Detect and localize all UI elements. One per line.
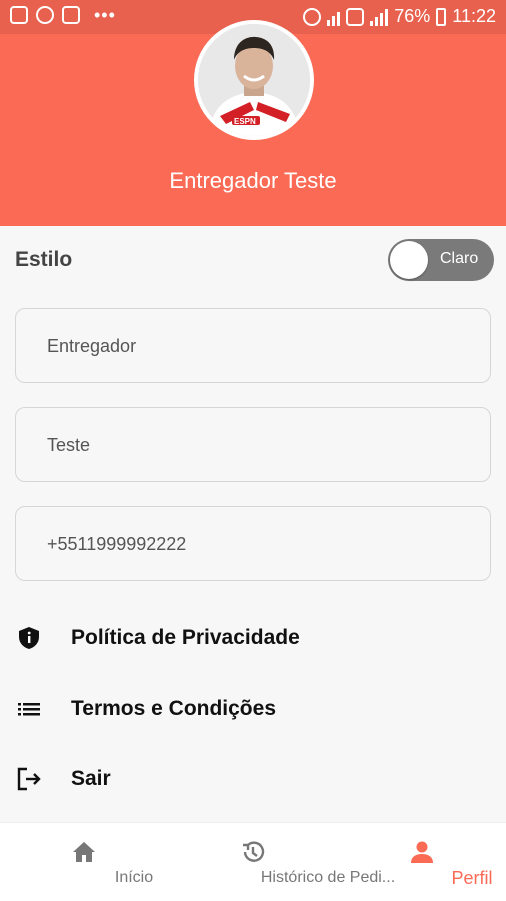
history-icon xyxy=(243,841,265,862)
nav-profile-label: Perfil xyxy=(451,868,493,888)
bottom-navigation: Início Histórico de Pedi... Perfil xyxy=(0,822,506,901)
nav-history[interactable]: Histórico de Pedi... xyxy=(178,823,395,901)
theme-toggle-label: Claro xyxy=(440,250,479,267)
alarm-icon xyxy=(303,7,322,26)
status-left-icons: ••• xyxy=(10,6,116,24)
person-photo-icon: ESPN xyxy=(198,24,310,136)
battery-icon xyxy=(436,7,447,26)
shield-info-icon xyxy=(19,627,39,649)
signal-icon xyxy=(370,8,389,26)
nav-home-label: Início xyxy=(114,869,154,886)
instagram-icon xyxy=(62,6,80,24)
nav-home[interactable]: Início xyxy=(34,823,153,901)
sim-icon xyxy=(346,7,365,26)
first-name-field[interactable]: Entregador xyxy=(15,308,491,383)
avatar-photo: ESPN xyxy=(198,24,310,136)
style-label: Estilo xyxy=(15,248,73,271)
wifi-icon xyxy=(327,8,341,26)
battery-percent: 76% xyxy=(394,6,431,26)
gallery-icon xyxy=(10,6,28,24)
person-icon xyxy=(411,841,433,863)
toggle-knob[interactable] xyxy=(390,241,428,279)
clock: 11:22 xyxy=(452,6,496,26)
last-name-value: Teste xyxy=(47,435,91,455)
logout-icon xyxy=(17,767,41,791)
phone-field[interactable]: +5511999992222 xyxy=(15,506,491,581)
terms-label: Termos e Condições xyxy=(71,697,276,720)
sync-icon xyxy=(36,6,54,24)
list-icon xyxy=(18,703,40,716)
first-name-value: Entregador xyxy=(47,336,137,356)
logout-item[interactable]: Sair xyxy=(0,752,506,808)
privacy-policy-item[interactable]: Política de Privacidade xyxy=(0,611,506,667)
logout-label: Sair xyxy=(71,767,111,790)
more-notifications-icon: ••• xyxy=(94,5,116,25)
home-icon xyxy=(73,842,95,862)
profile-name: Entregador Teste xyxy=(169,168,337,193)
terms-item[interactable]: Termos e Condições xyxy=(0,682,506,738)
status-right-icons: 76% 11:22 xyxy=(303,6,496,27)
svg-text:ESPN: ESPN xyxy=(234,117,256,126)
avatar[interactable]: ESPN xyxy=(194,20,314,140)
phone-value: +5511999992222 xyxy=(47,534,187,554)
privacy-policy-label: Política de Privacidade xyxy=(71,626,300,649)
nav-profile[interactable]: Perfil xyxy=(372,823,493,901)
theme-toggle[interactable]: Claro xyxy=(388,239,494,281)
last-name-field[interactable]: Teste xyxy=(15,407,491,482)
profile-header: ••• 76% 11:22 ESPN Entregador Teste xyxy=(0,0,506,226)
